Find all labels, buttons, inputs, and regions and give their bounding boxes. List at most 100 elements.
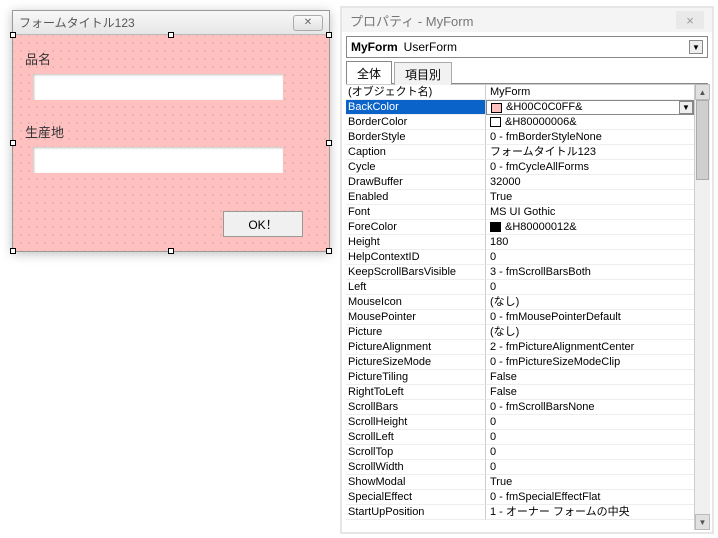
property-row[interactable]: ScrollLeft0 <box>346 430 694 445</box>
property-value[interactable]: フォームタイトル123 <box>486 145 694 160</box>
property-row[interactable]: KeepScrollBarsVisible3 - fmScrollBarsBot… <box>346 265 694 280</box>
property-row[interactable]: ShowModalTrue <box>346 475 694 490</box>
scroll-up-icon[interactable]: ▲ <box>695 84 710 100</box>
property-row[interactable]: FontMS UI Gothic <box>346 205 694 220</box>
property-row[interactable]: Height180 <box>346 235 694 250</box>
form-titlebar[interactable]: フォームタイトル123 ✕ <box>13 11 329 35</box>
close-icon[interactable]: ✕ <box>293 15 323 31</box>
input-product[interactable] <box>33 74 283 100</box>
property-name: PictureTiling <box>346 370 486 385</box>
tab-all[interactable]: 全体 <box>346 61 392 84</box>
property-value[interactable]: True <box>486 190 694 205</box>
close-icon[interactable]: × <box>676 11 704 29</box>
property-name: Picture <box>346 325 486 340</box>
property-value[interactable]: 2 - fmPictureAlignmentCenter <box>486 340 694 355</box>
label-product[interactable]: 品名 <box>25 49 317 68</box>
property-value[interactable]: False <box>486 370 694 385</box>
property-value[interactable]: 0 - fmMousePointerDefault <box>486 310 694 325</box>
property-value[interactable]: 0 - fmScrollBarsNone <box>486 400 694 415</box>
property-name: SpecialEffect <box>346 490 486 505</box>
property-value[interactable]: 0 <box>486 280 694 295</box>
property-row[interactable]: ScrollTop0 <box>346 445 694 460</box>
scroll-track[interactable] <box>695 100 710 514</box>
property-value[interactable]: 1 - オーナー フォームの中央 <box>486 505 694 520</box>
property-value[interactable]: MS UI Gothic <box>486 205 694 220</box>
property-row[interactable]: (オブジェクト名)MyForm <box>346 85 694 100</box>
color-swatch <box>490 117 501 127</box>
property-value[interactable]: 0 - fmCycleAllForms <box>486 160 694 175</box>
property-value[interactable]: 3 - fmScrollBarsBoth <box>486 265 694 280</box>
property-row[interactable]: PictureTilingFalse <box>346 370 694 385</box>
object-selector[interactable]: MyForm UserForm ▼ <box>346 36 708 58</box>
property-value[interactable]: 0 <box>486 415 694 430</box>
property-value[interactable]: &H00C0C0FF&▼ <box>486 100 694 115</box>
property-row[interactable]: HelpContextID0 <box>346 250 694 265</box>
property-row[interactable]: Cycle0 - fmCycleAllForms <box>346 160 694 175</box>
property-row[interactable]: ScrollWidth0 <box>346 460 694 475</box>
property-row[interactable]: MousePointer0 - fmMousePointerDefault <box>346 310 694 325</box>
scroll-down-icon[interactable]: ▼ <box>695 514 710 530</box>
vertical-scrollbar[interactable]: ▲ ▼ <box>694 84 710 530</box>
color-swatch <box>490 222 501 232</box>
form-client-area[interactable]: 品名 生産地 OK！ <box>13 35 329 251</box>
property-row[interactable]: Left0 <box>346 280 694 295</box>
scroll-thumb[interactable] <box>696 100 709 180</box>
property-name: PictureAlignment <box>346 340 486 355</box>
property-row[interactable]: StartUpPosition1 - オーナー フォームの中央 <box>346 505 694 520</box>
property-row[interactable]: SpecialEffect0 - fmSpecialEffectFlat <box>346 490 694 505</box>
property-row[interactable]: PictureAlignment2 - fmPictureAlignmentCe… <box>346 340 694 355</box>
property-name: BorderStyle <box>346 130 486 145</box>
property-row[interactable]: ScrollHeight0 <box>346 415 694 430</box>
property-value[interactable]: (なし) <box>486 325 694 340</box>
property-row[interactable]: BorderStyle0 - fmBorderStyleNone <box>346 130 694 145</box>
property-row[interactable]: Picture(なし) <box>346 325 694 340</box>
property-value[interactable]: 32000 <box>486 175 694 190</box>
property-row[interactable]: RightToLeftFalse <box>346 385 694 400</box>
property-value[interactable]: 0 - fmSpecialEffectFlat <box>486 490 694 505</box>
property-name: ForeColor <box>346 220 486 235</box>
properties-panel: プロパティ - MyForm × MyForm UserForm ▼ 全体 項目… <box>340 6 714 534</box>
property-value[interactable]: True <box>486 475 694 490</box>
property-row[interactable]: BorderColor&H80000006& <box>346 115 694 130</box>
property-name: ScrollWidth <box>346 460 486 475</box>
property-row[interactable]: PictureSizeMode0 - fmPictureSizeModeClip <box>346 355 694 370</box>
property-name: Left <box>346 280 486 295</box>
property-value[interactable]: 0 - fmPictureSizeModeClip <box>486 355 694 370</box>
property-value[interactable]: False <box>486 385 694 400</box>
chevron-down-icon[interactable]: ▼ <box>689 40 703 54</box>
object-name: MyForm <box>351 40 398 54</box>
property-row[interactable]: ScrollBars0 - fmScrollBarsNone <box>346 400 694 415</box>
property-value[interactable]: (なし) <box>486 295 694 310</box>
property-row[interactable]: BackColor&H00C0C0FF&▼ <box>346 100 694 115</box>
tab-categorized[interactable]: 項目別 <box>394 62 452 85</box>
property-name: Height <box>346 235 486 250</box>
property-name: ScrollLeft <box>346 430 486 445</box>
property-name: StartUpPosition <box>346 505 486 520</box>
property-value[interactable]: &H80000012& <box>486 220 694 235</box>
property-value[interactable]: &H80000006& <box>486 115 694 130</box>
property-value[interactable]: 0 <box>486 250 694 265</box>
property-row[interactable]: MouseIcon(なし) <box>346 295 694 310</box>
property-value[interactable]: 0 - fmBorderStyleNone <box>486 130 694 145</box>
property-value[interactable]: 0 <box>486 430 694 445</box>
property-row[interactable]: DrawBuffer32000 <box>346 175 694 190</box>
property-value[interactable]: 0 <box>486 460 694 475</box>
properties-header[interactable]: プロパティ - MyForm × <box>342 8 712 32</box>
property-row[interactable]: EnabledTrue <box>346 190 694 205</box>
label-origin[interactable]: 生産地 <box>25 122 317 141</box>
ok-button[interactable]: OK！ <box>223 211 303 237</box>
property-row[interactable]: Captionフォームタイトル123 <box>346 145 694 160</box>
property-name: Enabled <box>346 190 486 205</box>
property-name: Cycle <box>346 160 486 175</box>
property-value[interactable]: 0 <box>486 445 694 460</box>
property-value[interactable]: 180 <box>486 235 694 250</box>
property-row[interactable]: ForeColor&H80000012& <box>346 220 694 235</box>
object-type: UserForm <box>404 40 457 54</box>
input-origin[interactable] <box>33 147 283 173</box>
property-name: KeepScrollBarsVisible <box>346 265 486 280</box>
property-value[interactable]: MyForm <box>486 85 694 100</box>
chevron-down-icon[interactable]: ▼ <box>679 101 693 114</box>
property-grid[interactable]: (オブジェクト名)MyFormBackColor&H00C0C0FF&▼Bord… <box>346 84 694 530</box>
property-name: MouseIcon <box>346 295 486 310</box>
property-name: Font <box>346 205 486 220</box>
